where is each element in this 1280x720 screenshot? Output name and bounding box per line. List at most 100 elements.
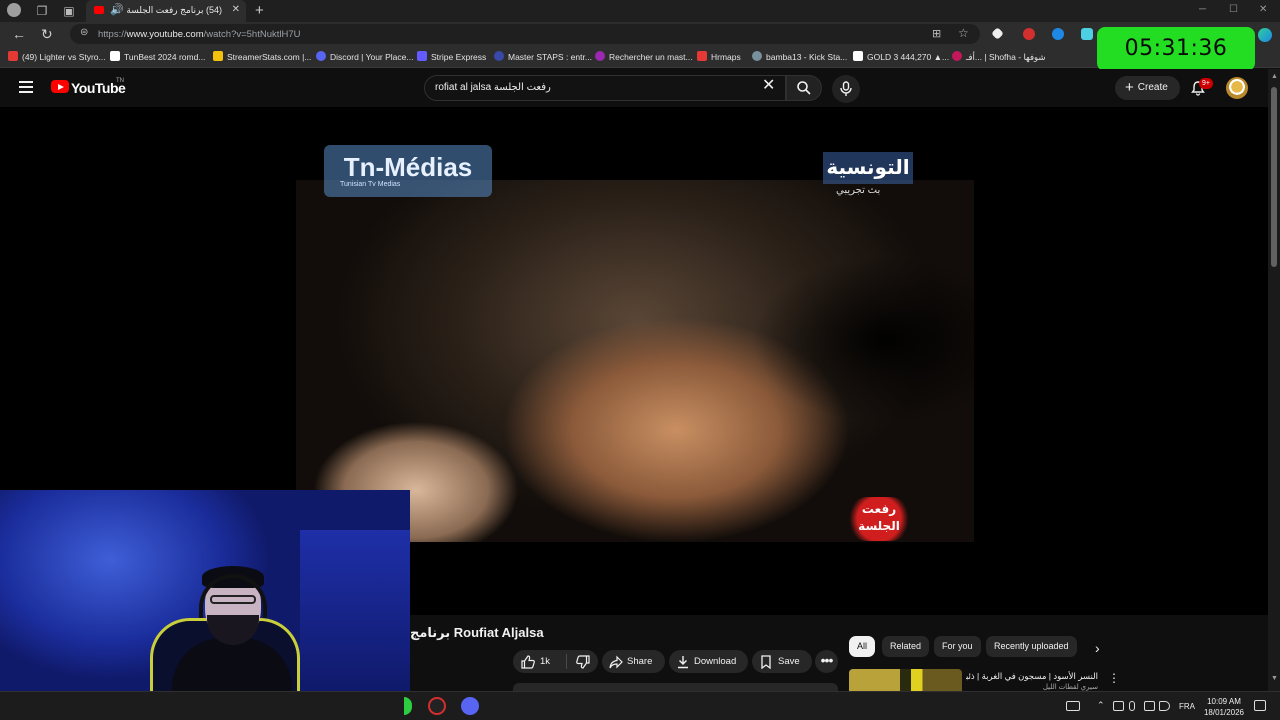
site-info-icon[interactable]: ⊜	[80, 27, 88, 38]
profile-icon[interactable]	[7, 3, 21, 17]
streamer-webcam	[0, 490, 410, 720]
chip-related[interactable]: Related	[882, 636, 930, 657]
scroll-up-arrow-icon[interactable]: ▲	[1271, 73, 1278, 80]
maximize-window-button[interactable]: ☐	[1229, 4, 1238, 15]
share-label: Share	[627, 656, 653, 667]
extension-teal-icon[interactable]	[1081, 28, 1093, 40]
tab-youtube-active[interactable]: 🔊 (54) برنامج رفعت الجلسة تونـ ✕	[86, 0, 246, 22]
bookmark-item[interactable]: Stripe Express	[417, 51, 486, 62]
taskbar-app-green-icon[interactable]	[404, 697, 412, 715]
bookmark-item[interactable]: bamba13 - Kick Sta...	[752, 51, 847, 62]
windows-taskbar: ⌃ FRA 10:09 AM 18/01/2026	[0, 691, 1280, 720]
keyboard-icon[interactable]	[1066, 701, 1080, 711]
close-window-button[interactable]: ✕	[1259, 4, 1267, 15]
close-tab-icon[interactable]: ✕	[232, 4, 240, 15]
like-dislike-group: 1k	[513, 650, 598, 673]
bookmark-star-icon[interactable]: ☆	[958, 26, 969, 40]
search-icon	[797, 81, 811, 95]
extension-blue-icon[interactable]	[1052, 28, 1064, 40]
clear-search-icon[interactable]: ✕	[762, 78, 775, 94]
save-button[interactable]: Save	[752, 650, 812, 673]
youtube-header: YouTube TN rofiat al jalsa رفعت الجلسة ✕…	[0, 69, 1268, 107]
video-frame[interactable]	[296, 180, 974, 542]
bookmark-favicon-icon	[752, 51, 762, 61]
account-avatar[interactable]	[1226, 77, 1248, 99]
more-actions-icon[interactable]: •••	[815, 650, 838, 673]
create-button[interactable]: + Create	[1115, 76, 1180, 100]
tray-volume-icon[interactable]	[1159, 701, 1170, 711]
chips-next-arrow-icon[interactable]: ›	[1095, 640, 1100, 656]
tray-microphone-icon[interactable]	[1129, 701, 1135, 711]
bookmark-item[interactable]: Hrmaps	[697, 51, 741, 62]
search-input[interactable]: rofiat al jalsa رفعت الجلسة	[424, 75, 786, 101]
url-text[interactable]: https://www.youtube.com/watch?v=5htNuktl…	[98, 29, 301, 40]
back-arrow-icon[interactable]: ←	[12, 26, 26, 42]
country-code: TN	[116, 78, 124, 84]
tray-display-icon[interactable]	[1113, 701, 1124, 711]
copilot-icon[interactable]	[1258, 28, 1272, 42]
plus-icon: +	[1125, 79, 1134, 96]
tray-overflow-arrow-icon[interactable]: ⌃	[1097, 700, 1105, 711]
extension-red-icon[interactable]	[1023, 28, 1035, 40]
tab-actions-icon[interactable]: ▣	[61, 3, 77, 19]
youtube-logo-icon[interactable]	[51, 80, 69, 93]
thumbs-up-icon[interactable]	[520, 654, 536, 670]
bookmark-item[interactable]: Discord | Your Place...	[316, 51, 413, 62]
download-icon	[678, 656, 688, 669]
download-button[interactable]: Download	[669, 650, 748, 673]
bookmark-favicon-icon	[8, 51, 18, 61]
scroll-down-arrow-icon[interactable]: ▼	[1271, 675, 1278, 682]
bookmarks-bar: (49) Lighter vs Styro... TunBest 2024 ro…	[0, 46, 1280, 68]
page-scrollbar[interactable]: ▲ ▼	[1268, 69, 1280, 691]
save-playlist-icon	[761, 655, 771, 670]
chip-recently-uploaded[interactable]: Recently uploaded	[986, 636, 1077, 657]
taskbar-app-record-icon[interactable]	[428, 697, 446, 715]
workspaces-icon[interactable]: ❐	[34, 3, 50, 19]
system-clock[interactable]: 10:09 AM 18/01/2026	[1202, 696, 1246, 718]
address-bar[interactable]: ⊜ https://www.youtube.com/watch?v=5htNuk…	[70, 24, 980, 44]
bookmark-item[interactable]: GOLD 3 444,270 ▲...	[853, 51, 949, 62]
save-label: Save	[778, 656, 800, 667]
app-install-icon[interactable]: ⊞	[932, 27, 941, 40]
search-query-text[interactable]: rofiat al jalsa رفعت الجلسة	[435, 82, 551, 93]
download-label: Download	[694, 656, 737, 667]
bookmark-item[interactable]: (49) Lighter vs Styro...	[8, 51, 106, 62]
bookmark-item[interactable]: StreamerStats.com |...	[213, 51, 311, 62]
hamburger-menu-icon[interactable]	[19, 81, 33, 93]
bookmark-item[interactable]: Master STAPS : entr...	[494, 51, 592, 62]
chip-all[interactable]: All	[849, 636, 876, 657]
channel-logo-subtitle: بث تجريبي	[836, 185, 881, 196]
bookmark-item[interactable]: أفـ... | Shofha - شوفها	[952, 51, 1046, 63]
share-button[interactable]: Share	[602, 650, 665, 673]
taskbar-app-discord-icon[interactable]	[461, 697, 479, 715]
microphone-icon	[840, 81, 852, 96]
youtube-favicon-icon	[94, 6, 104, 14]
voice-search-button[interactable]	[832, 75, 860, 103]
scrollbar-thumb[interactable]	[1271, 87, 1277, 267]
bookmark-item[interactable]: Rechercher un mast...	[595, 51, 693, 62]
reload-icon[interactable]: ↻	[41, 26, 53, 43]
notification-center-icon[interactable]	[1254, 700, 1266, 711]
bookmark-favicon-icon	[595, 51, 605, 61]
input-language[interactable]: FRA	[1179, 702, 1195, 711]
speaker-icon[interactable]: 🔊	[110, 3, 124, 16]
search-button[interactable]	[786, 75, 822, 101]
tab-title: (54) برنامج رفعت الجلسة تونـ	[126, 5, 222, 15]
bookmark-item[interactable]: TunBest 2024 romd...	[110, 51, 205, 62]
bookmark-favicon-icon	[316, 51, 326, 61]
related-video-title[interactable]: النسر الأسود | مسجون في الغربة | ذئبوديك…	[966, 671, 1098, 682]
bookmark-favicon-icon	[952, 51, 962, 61]
tray-network-icon[interactable]	[1144, 701, 1155, 711]
channel-logo-watermark: التونسية	[823, 152, 913, 184]
thumbs-down-icon[interactable]	[575, 654, 591, 670]
like-count[interactable]: 1k	[540, 650, 550, 673]
minimize-window-button[interactable]: ─	[1199, 4, 1206, 15]
new-tab-button[interactable]: +	[255, 2, 264, 19]
show-logo-watermark: رفعت الجلسة	[846, 497, 912, 541]
related-video-thumbnail[interactable]	[849, 669, 962, 691]
notification-badge: 9+	[1199, 78, 1213, 89]
extension-diamond-icon[interactable]	[991, 27, 1004, 40]
chip-for-you[interactable]: For you	[934, 636, 981, 657]
description-box[interactable]	[513, 683, 838, 691]
related-video-menu-icon[interactable]: ⋮	[1108, 671, 1120, 685]
